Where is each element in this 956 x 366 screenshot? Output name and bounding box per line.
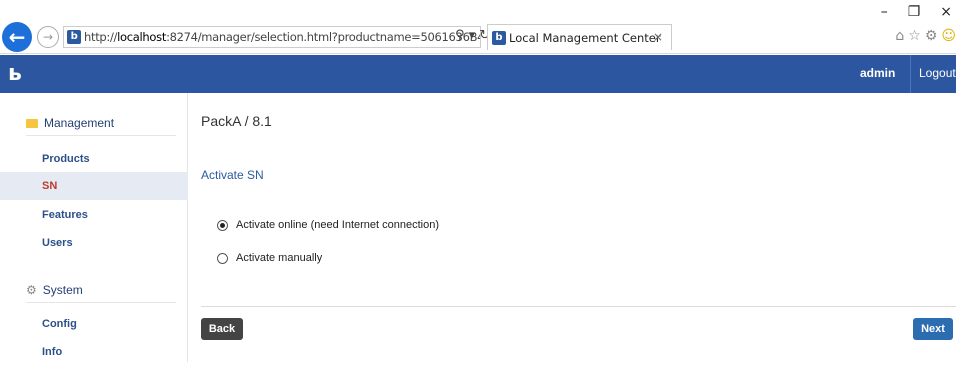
sidebar-item-products[interactable]: Products xyxy=(0,145,188,173)
folder-icon xyxy=(26,118,38,128)
minimize-icon[interactable]: – xyxy=(881,4,888,20)
system-label: System xyxy=(42,283,83,297)
sidebar-item-label: SN xyxy=(42,180,58,192)
radio-label: Activate manually xyxy=(236,252,323,264)
sidebar-section-system[interactable]: ⚙ System xyxy=(26,283,83,297)
tab-close-icon[interactable]: × xyxy=(653,30,663,44)
star-icon[interactable]: ☆ xyxy=(908,28,921,44)
app-logo: ь xyxy=(8,61,22,86)
smiley-icon[interactable]: ☺ xyxy=(941,28,956,44)
radio-button[interactable] xyxy=(217,252,228,264)
url-path: :8274/manager/selection.html?productname… xyxy=(166,30,480,44)
settings-icon[interactable]: ⚙ xyxy=(925,28,938,44)
browser-tab[interactable]: b Local Management Center × xyxy=(487,24,672,50)
section-title: Activate SN xyxy=(201,168,264,182)
tab-favicon-icon: b xyxy=(492,30,506,45)
sidebar-divider xyxy=(26,135,176,136)
sidebar-item-config[interactable]: Config xyxy=(0,310,188,338)
sidebar-section-management[interactable]: Management xyxy=(26,116,114,130)
search-refresh-icon[interactable]: ⚲ ▾ ↻ xyxy=(455,28,490,43)
site-favicon-icon: b xyxy=(67,30,81,44)
back-button[interactable]: Back xyxy=(201,318,243,340)
sidebar-item-label: Features xyxy=(42,209,88,221)
app-header: ь admin Logout xyxy=(0,55,956,93)
management-label: Management xyxy=(44,116,115,130)
url-host: localhost xyxy=(117,30,167,44)
user-menu[interactable]: admin xyxy=(860,66,895,80)
browser-back-icon[interactable]: ← xyxy=(2,22,32,52)
sidebar-item-features[interactable]: Features xyxy=(0,201,188,229)
radio-activate-online[interactable]: Activate online (need Internet connectio… xyxy=(217,219,439,231)
gear-icon: ⚙ xyxy=(26,283,37,297)
sidebar-item-users[interactable]: Users xyxy=(0,229,188,257)
radio-activate-manually[interactable]: Activate manually xyxy=(217,252,322,264)
next-button[interactable]: Next xyxy=(913,318,953,340)
address-bar[interactable]: b http://localhost:8274/manager/selectio… xyxy=(63,26,481,48)
page-title: PackA / 8.1 xyxy=(201,113,272,129)
browser-forward-icon[interactable]: → xyxy=(37,26,59,48)
tab-title: Local Management Center xyxy=(509,30,661,45)
radio-label: Activate online (need Internet connectio… xyxy=(236,219,440,231)
sidebar-item-label: Products xyxy=(42,153,90,165)
sidebar-item-sn[interactable]: SN xyxy=(0,172,188,200)
browser-chrome: ← → b http://localhost:8274/manager/sele… xyxy=(0,0,956,54)
window-controls: – ❐ × xyxy=(881,4,952,20)
url-prefix: http:// xyxy=(84,30,118,44)
window-close-icon[interactable]: × xyxy=(940,4,952,20)
radio-button-checked[interactable] xyxy=(217,219,228,231)
sidebar: Management Products SN Features Users ⚙ … xyxy=(0,93,188,362)
sidebar-item-label: Info xyxy=(42,346,63,358)
sidebar-item-label: Users xyxy=(42,237,73,249)
main-content: PackA / 8.1 Activate SN Activate online … xyxy=(189,93,956,362)
restore-icon[interactable]: ❐ xyxy=(908,4,921,20)
logout-link[interactable]: Logout xyxy=(910,55,956,93)
sidebar-item-label: Config xyxy=(42,318,77,330)
browser-toolbar-icons: ⌂ ☆ ⚙ ☺ xyxy=(895,28,956,44)
form-divider xyxy=(201,306,956,307)
sidebar-divider xyxy=(26,302,176,303)
home-icon[interactable]: ⌂ xyxy=(895,28,904,44)
